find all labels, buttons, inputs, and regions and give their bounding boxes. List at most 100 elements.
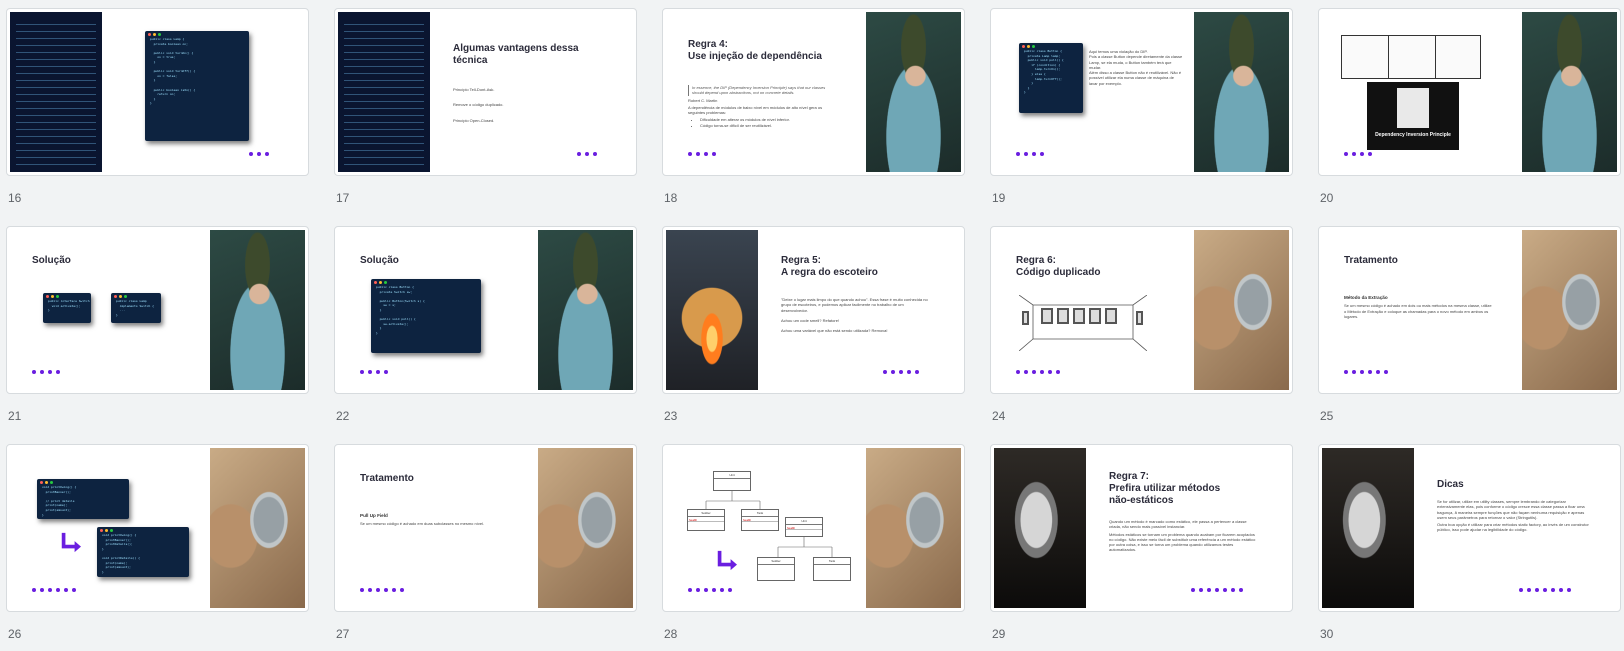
surgeon-photo xyxy=(1522,12,1617,172)
progress-dot xyxy=(704,588,708,592)
progress-dot xyxy=(1344,152,1348,156)
slide-thumbnail-23[interactable]: Regra 5: A regra do escoteiro "Deixe o l… xyxy=(662,226,965,394)
slide-thumbnail-26[interactable]: void printOwing() { printBanner(); // pr… xyxy=(6,444,309,612)
progress-dot xyxy=(1535,588,1539,592)
slide-thumbnail-24[interactable]: Regra 6: Código duplicado xyxy=(990,226,1293,394)
slide-title: Regra 6: Código duplicado xyxy=(1016,255,1101,278)
progress-dot xyxy=(376,588,380,592)
progress-dot xyxy=(368,370,372,374)
slide-cell-25[interactable]: Tratamento Método da Extração Se um mesm… xyxy=(1318,226,1621,423)
progress-dot xyxy=(696,152,700,156)
slide-cell-22[interactable]: Solução public class Button { private Sw… xyxy=(334,226,637,423)
progress-dot xyxy=(1567,588,1571,592)
slide-thumbnail-22[interactable]: Solução public class Button { private Sw… xyxy=(334,226,637,394)
slide-number: 20 xyxy=(1320,191,1334,205)
slide-number: 22 xyxy=(336,409,350,423)
progress-dot xyxy=(1016,370,1020,374)
progress-dot xyxy=(1032,152,1036,156)
slide-thumbnail-25[interactable]: Tratamento Método da Extração Se um mesm… xyxy=(1318,226,1621,394)
monkey-mirror-photo xyxy=(1194,230,1289,390)
slide-thumbnail-20[interactable]: Dependency Inversion Principle xyxy=(1318,8,1621,176)
slide-cell-28[interactable]: Unit Soldier health Tank health Unit health… xyxy=(662,444,965,641)
slide-cell-18[interactable]: Regra 4: Use injeção de dependência In e… xyxy=(662,8,965,205)
slide-number: 21 xyxy=(8,409,22,423)
slide-cell-27[interactable]: Tratamento Pull Up Field Se um mesmo cód… xyxy=(334,444,637,641)
code-photo xyxy=(338,12,430,172)
slide-cell-21[interactable]: Solução public interface Switch { void a… xyxy=(6,226,309,423)
slide-number: 29 xyxy=(992,627,1006,641)
code-editor-image: public interface Switch { void activate(… xyxy=(43,293,91,323)
slide-progress-dots xyxy=(360,370,388,374)
slide-thumbnail-17[interactable]: Algumas vantagens dessa técnica Princípi… xyxy=(334,8,637,176)
progress-dot xyxy=(577,152,581,156)
slide-thumbnail-16[interactable]: public class Lamp { private boolean on; … xyxy=(6,8,309,176)
progress-dot xyxy=(376,370,380,374)
surgeon-photo xyxy=(538,230,633,390)
progress-dot xyxy=(265,152,269,156)
progress-dot xyxy=(1215,588,1219,592)
slide-cell-29[interactable]: Regra 7: Prefira utilizar métodos não-es… xyxy=(990,444,1293,641)
progress-dot xyxy=(915,370,919,374)
slide-cell-24[interactable]: Regra 6: Código duplicado 24 xyxy=(990,226,1293,423)
code-editor-image: void printOwing() { printBanner(); print… xyxy=(97,527,189,577)
slide-thumbnail-29[interactable]: Regra 7: Prefira utilizar métodos não-es… xyxy=(990,444,1293,612)
slide-body: In essence, the DIP (Dependency Inversio… xyxy=(688,85,836,128)
progress-dot xyxy=(360,370,364,374)
progress-dot xyxy=(696,588,700,592)
progress-dot xyxy=(392,588,396,592)
slide-cell-26[interactable]: void printOwing() { printBanner(); // pr… xyxy=(6,444,309,641)
slide-progress-dots xyxy=(1191,588,1243,592)
code-photo xyxy=(10,12,102,172)
surgeon-photo xyxy=(866,12,961,172)
slide-number: 24 xyxy=(992,409,1006,423)
slide-number: 30 xyxy=(1320,627,1334,641)
progress-dot xyxy=(400,588,404,592)
monkey-mirror-photo xyxy=(538,448,633,608)
slide-thumbnail-30[interactable]: Dicas Se for utilizar, utilize em utilit… xyxy=(1318,444,1621,612)
progress-dot xyxy=(1223,588,1227,592)
slide-thumbnail-19[interactable]: public class Button { private Lamp lamp;… xyxy=(990,8,1293,176)
slide-progress-dots xyxy=(32,588,76,592)
progress-dot xyxy=(1352,370,1356,374)
progress-dot xyxy=(891,370,895,374)
slide-cell-19[interactable]: public class Button { private Lamp lamp;… xyxy=(990,8,1293,205)
slide-thumbnail-18[interactable]: Regra 4: Use injeção de dependência In e… xyxy=(662,8,965,176)
slide-progress-dots xyxy=(577,152,597,156)
slide-thumbnail-28[interactable]: Unit Soldier health Tank health Unit health… xyxy=(662,444,965,612)
slide-body: Se for utilizar, utilize em utility clas… xyxy=(1437,499,1589,533)
gallery-illustration xyxy=(1018,294,1148,352)
tv-static-photo xyxy=(1322,448,1414,608)
progress-dot xyxy=(1527,588,1531,592)
slide-cell-20[interactable]: Dependency Inversion Principle 20 xyxy=(1318,8,1621,205)
slide-thumbnail-21[interactable]: Solução public interface Switch { void a… xyxy=(6,226,309,394)
slide-progress-dots xyxy=(688,588,732,592)
progress-dot xyxy=(48,370,52,374)
progress-dot xyxy=(728,588,732,592)
progress-dot xyxy=(1543,588,1547,592)
surgeon-photo xyxy=(1194,12,1289,172)
slide-cell-23[interactable]: Regra 5: A regra do escoteiro "Deixe o l… xyxy=(662,226,965,423)
progress-dot xyxy=(1040,370,1044,374)
comic-strip-image xyxy=(1341,35,1481,79)
progress-dot xyxy=(585,152,589,156)
progress-dot xyxy=(1368,370,1372,374)
slide-cell-30[interactable]: Dicas Se for utilizar, utilize em utilit… xyxy=(1318,444,1621,641)
progress-dot xyxy=(48,588,52,592)
progress-dot xyxy=(1024,152,1028,156)
slide-cell-17[interactable]: Algumas vantagens dessa técnica Princípi… xyxy=(334,8,637,205)
slide-body: Princípio Tell-Dont-Ask. Remove o código… xyxy=(453,87,504,123)
slide-number: 26 xyxy=(8,627,22,641)
progress-dot xyxy=(1551,588,1555,592)
slide-title: Solução xyxy=(32,255,71,266)
progress-dot xyxy=(1016,152,1020,156)
slide-progress-dots xyxy=(249,152,269,156)
progress-dot xyxy=(1559,588,1563,592)
monkey-mirror-photo xyxy=(1522,230,1617,390)
slide-cell-16[interactable]: public class Lamp { private boolean on; … xyxy=(6,8,309,205)
slide-title: Regra 4: Use injeção de dependência xyxy=(688,39,822,62)
slide-title: Regra 5: A regra do escoteiro xyxy=(781,255,878,278)
slide-thumbnail-27[interactable]: Tratamento Pull Up Field Se um mesmo cód… xyxy=(334,444,637,612)
slide-number: 23 xyxy=(664,409,678,423)
uml-class-soldier: Soldier xyxy=(757,557,795,581)
code-editor-image: void printOwing() { printBanner(); // pr… xyxy=(37,479,129,519)
